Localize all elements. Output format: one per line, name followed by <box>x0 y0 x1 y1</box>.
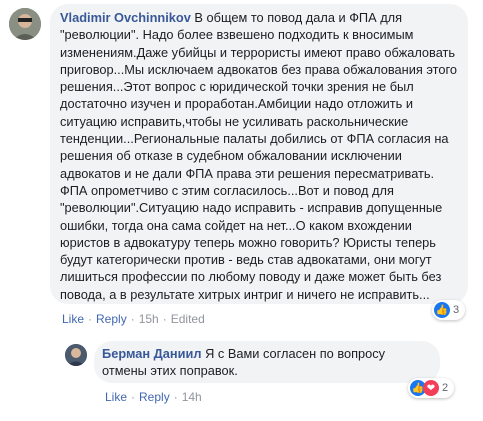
comment-reactions[interactable]: 👍 3 <box>432 300 466 320</box>
like-icon: 👍 <box>434 302 450 318</box>
commenter-avatar[interactable] <box>9 8 41 40</box>
edited-label[interactable]: Edited <box>171 312 205 326</box>
reply-link[interactable]: Reply <box>96 312 127 326</box>
reply-time[interactable]: 14h <box>182 390 202 404</box>
comment-text: В общем то повод дала и ФПА для "революц… <box>60 10 457 302</box>
comment-author-link[interactable]: Vladimir Ovchinnikov <box>60 10 191 25</box>
reply-avatar[interactable] <box>65 344 87 366</box>
comment-time[interactable]: 15h <box>139 312 159 326</box>
comment-bubble: Vladimir Ovchinnikov В общем то повод да… <box>50 4 468 304</box>
reply-link[interactable]: Reply <box>139 390 170 404</box>
reply-reactions[interactable]: 👍 ❤ 2 <box>408 378 455 398</box>
reply-bubble: Берман Даниил Я с Вами согласен по вопро… <box>94 341 440 383</box>
reply-actions: Like · Reply · 14h <box>105 390 202 404</box>
like-link[interactable]: Like <box>62 312 84 326</box>
like-link[interactable]: Like <box>105 390 127 404</box>
reaction-count: 2 <box>442 382 449 394</box>
love-icon: ❤ <box>423 380 439 396</box>
reply-author-link[interactable]: Берман Даниил <box>102 346 202 361</box>
comment-actions: Like · Reply · 15h · Edited <box>62 312 205 326</box>
reaction-count: 3 <box>453 304 460 316</box>
